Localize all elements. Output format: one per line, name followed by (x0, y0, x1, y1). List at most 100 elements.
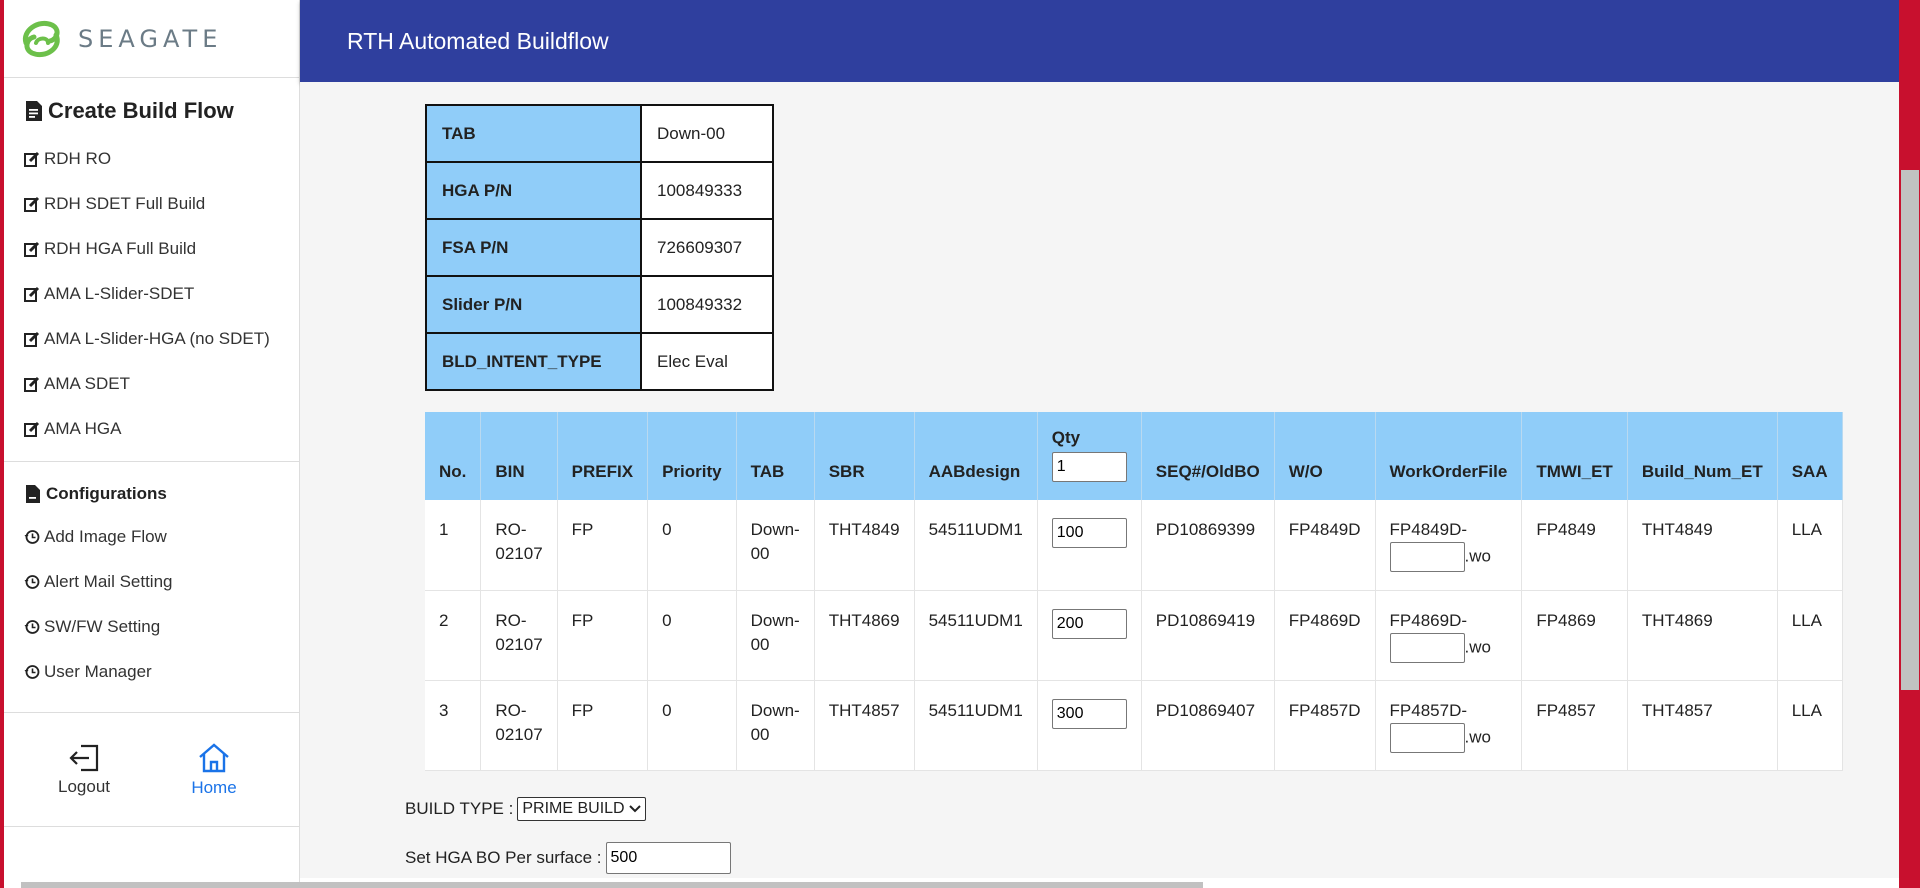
cell-workorderfile: FP4857D- .wo (1375, 680, 1523, 771)
history-icon (24, 529, 40, 544)
sidebar-item-ama-sdet[interactable]: AMA SDET (4, 361, 299, 406)
table-row: 1 RO-02107 FP 0 Down-00 THT4849 54511UDM… (425, 500, 1843, 591)
file-icon (26, 485, 40, 503)
cell-tab: Down-00 (736, 680, 815, 771)
table-row: 3 RO-02107 FP 0 Down-00 THT4857 54511UDM… (425, 680, 1843, 771)
cell-prefix: FP (557, 590, 649, 681)
info-row: HGA P/N 100849333 (425, 161, 774, 220)
sidebar-item-rdh-sdet-full-build[interactable]: RDH SDET Full Build (4, 181, 299, 226)
sidebar-item-ama-l-slider-sdet[interactable]: AMA L-Slider-SDET (4, 271, 299, 316)
col-header-priority: Priority (647, 412, 737, 500)
qty-input[interactable] (1051, 518, 1127, 548)
cell-bin: RO-02107 (480, 500, 558, 591)
cell-build-num-et: THT4857 (1627, 680, 1778, 771)
home-label: Home (191, 777, 237, 797)
cell-workorderfile: FP4869D- .wo (1375, 590, 1523, 681)
edit-icon (24, 196, 40, 212)
col-header-qty: Qty (1037, 412, 1142, 500)
create-build-flow-label: Create Build Flow (48, 98, 234, 123)
info-key: Slider P/N (425, 275, 642, 334)
build-type-label: BUILD TYPE : (405, 799, 514, 818)
cell-aabdesign: 54511UDM1 (914, 680, 1038, 771)
info-value: 726609307 (640, 218, 774, 277)
cell-sbr: THT4857 (814, 680, 915, 771)
col-header-bin: BIN (480, 412, 558, 500)
cell-prefix: FP (557, 680, 649, 771)
info-value: 100849332 (640, 275, 774, 334)
info-value: Down-00 (640, 104, 774, 163)
build-type-select[interactable]: PRIME BUILD (517, 797, 646, 821)
configurations-label: Configurations (46, 484, 167, 503)
info-row: TAB Down-00 (425, 104, 774, 163)
cell-saa: LLA (1777, 680, 1843, 771)
top-header-bar: RTH Automated Buildflow (300, 0, 1899, 82)
seagate-swirl-icon (22, 20, 60, 57)
sidebar-item-ama-hga[interactable]: AMA HGA (4, 406, 299, 451)
logout-label: Logout (58, 776, 110, 796)
sidebar-item-label: RDH HGA Full Build (44, 238, 197, 258)
col-header-sbr: SBR (814, 412, 915, 500)
col-header-build-num-et: Build_Num_ET (1627, 412, 1778, 500)
cell-tmwi-et: FP4869 (1521, 590, 1628, 681)
brand-logo[interactable]: SEAGATE (4, 0, 299, 78)
hga-bo-input[interactable] (605, 842, 731, 874)
qty-header-label: Qty (1051, 428, 1081, 447)
sidebar-item-label: RDH RO (44, 148, 112, 168)
info-key: BLD_INTENT_TYPE (425, 332, 642, 391)
sidebar-item-add-image-flow[interactable]: Add Image Flow (4, 514, 299, 559)
cell-saa: LLA (1777, 590, 1843, 681)
sidebar-item-label: AMA L-Slider-SDET (44, 283, 195, 303)
sidebar-item-rdh-hga-full-build[interactable]: RDH HGA Full Build (4, 226, 299, 271)
edit-icon (24, 241, 40, 257)
info-key: FSA P/N (425, 218, 642, 277)
logout-button[interactable]: Logout (4, 713, 164, 826)
sidebar-item-user-manager[interactable]: User Manager (4, 649, 299, 694)
wof-prefix: FP4849D- (1389, 520, 1468, 539)
home-icon (199, 742, 229, 772)
build-table: No. BIN PREFIX Priority TAB SBR AABdesig… (425, 412, 1843, 771)
vertical-scrollbar-thumb[interactable] (1901, 170, 1919, 690)
cell-wo: FP4849D (1274, 500, 1376, 591)
sidebar-item-label: Add Image Flow (44, 526, 167, 546)
cell-sbr: THT4869 (814, 590, 915, 681)
sidebar-item-ama-l-slider-hga[interactable]: AMA L-Slider-HGA (no SDET) (4, 316, 299, 361)
qty-default-input[interactable] (1051, 452, 1127, 482)
table-row: 2 RO-02107 FP 0 Down-00 THT4869 54511UDM… (425, 590, 1843, 681)
cell-qty (1037, 590, 1142, 681)
wof-suffix: .wo (1464, 636, 1491, 656)
sidebar-item-label: AMA SDET (44, 373, 130, 393)
horizontal-scrollbar-thumb[interactable] (21, 882, 1203, 888)
document-icon (26, 101, 42, 121)
col-header-tmwi-et: TMWI_ET (1521, 412, 1628, 500)
cell-workorderfile: FP4849D- .wo (1375, 500, 1523, 591)
workorderfile-input[interactable] (1389, 632, 1465, 663)
cell-bin: RO-02107 (480, 590, 558, 681)
info-value: 100849333 (640, 161, 774, 220)
workorderfile-input[interactable] (1389, 722, 1465, 753)
cell-seq: PD10869399 (1141, 500, 1275, 591)
wof-suffix: .wo (1464, 726, 1491, 746)
sidebar-item-sw-fw-setting[interactable]: SW/FW Setting (4, 604, 299, 649)
home-button[interactable]: Home (164, 713, 264, 826)
workorderfile-input[interactable] (1389, 542, 1465, 572)
qty-input[interactable] (1051, 608, 1127, 639)
bottom-nav: Logout Home (4, 712, 300, 827)
qty-input[interactable] (1051, 698, 1127, 729)
col-header-wo: W/O (1274, 412, 1376, 500)
cell-build-num-et: THT4849 (1627, 500, 1778, 591)
app-window: SEAGATE Create Build Flow RDH RO RDH SDE… (0, 0, 1920, 888)
info-key: TAB (425, 104, 642, 163)
sidebar-item-rdh-ro[interactable]: RDH RO (4, 136, 299, 181)
cell-priority: 0 (647, 500, 737, 591)
sidebar-item-alert-mail-setting[interactable]: Alert Mail Setting (4, 559, 299, 604)
cell-no: 1 (425, 500, 482, 591)
cell-wo: FP4857D (1274, 680, 1376, 771)
main-content: TAB Down-00 HGA P/N 100849333 FSA P/N 72… (300, 82, 1899, 878)
build-info-table: TAB Down-00 HGA P/N 100849333 FSA P/N 72… (425, 104, 774, 391)
cell-saa: LLA (1777, 500, 1843, 591)
info-row: FSA P/N 726609307 (425, 218, 774, 277)
cell-no: 2 (425, 590, 482, 681)
col-header-no: No. (425, 412, 482, 500)
logout-icon (69, 744, 99, 771)
build-table-container[interactable]: No. BIN PREFIX Priority TAB SBR AABdesig… (425, 412, 1899, 772)
